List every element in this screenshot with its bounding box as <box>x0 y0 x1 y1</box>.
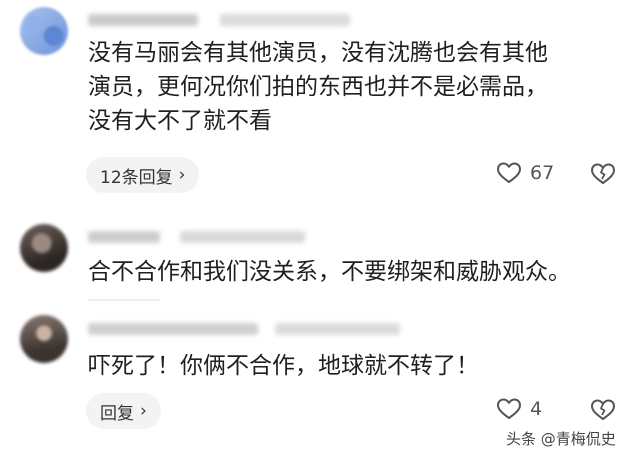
timestamp-blurred <box>180 231 305 243</box>
username-blurred[interactable] <box>88 231 160 243</box>
divider <box>88 299 160 301</box>
timestamp-blurred <box>220 14 350 26</box>
dislike-button[interactable] <box>590 398 616 426</box>
chevron-right-icon: › <box>178 165 186 185</box>
timestamp-blurred <box>275 323 400 335</box>
avatar[interactable] <box>20 7 68 55</box>
watermark: 头条 @青梅侃史 <box>506 428 616 449</box>
comment-line: 吓死了！你俩不合作，地球就不转了！ <box>88 353 479 379</box>
username-blurred[interactable] <box>88 323 258 335</box>
comment-text: 合不合作和我们没关系，不要绑架和威胁观众。 <box>88 255 571 289</box>
dislike-button[interactable] <box>590 162 616 190</box>
chevron-right-icon: › <box>140 401 147 421</box>
comment-line: 没有大不了就不看 <box>88 108 272 134</box>
like-count: 4 <box>530 398 543 420</box>
avatar[interactable] <box>20 315 68 363</box>
broken-heart-icon <box>591 163 615 184</box>
reply-label: 回复 <box>100 403 134 424</box>
reply-button[interactable]: 回复 › <box>86 393 161 429</box>
broken-heart-icon <box>591 399 615 420</box>
watermark-text: 头条 @青梅侃史 <box>506 430 616 448</box>
replies-label: 12条回复 <box>100 167 173 188</box>
avatar[interactable] <box>20 224 68 272</box>
comment-line: 演员，更何况你们拍的东西也并不是必需品， <box>88 74 548 100</box>
username-blurred[interactable] <box>88 14 198 26</box>
comment-text: 没有马丽会有其他演员，没有沈腾也会有其他 演员，更何况你们拍的东西也并不是必需品… <box>88 36 548 138</box>
comment-text: 吓死了！你俩不合作，地球就不转了！ <box>88 349 479 383</box>
like-button[interactable]: 4 <box>496 397 542 421</box>
like-count: 67 <box>530 162 555 184</box>
comment-line: 没有马丽会有其他演员，没有沈腾也会有其他 <box>88 40 548 66</box>
view-replies-button[interactable]: 12条回复 › <box>86 157 200 193</box>
heart-outline-icon <box>497 398 521 419</box>
heart-outline-icon <box>497 162 521 183</box>
like-button[interactable]: 67 <box>496 161 554 185</box>
comment-line: 合不合作和我们没关系，不要绑架和威胁观众。 <box>88 259 571 285</box>
